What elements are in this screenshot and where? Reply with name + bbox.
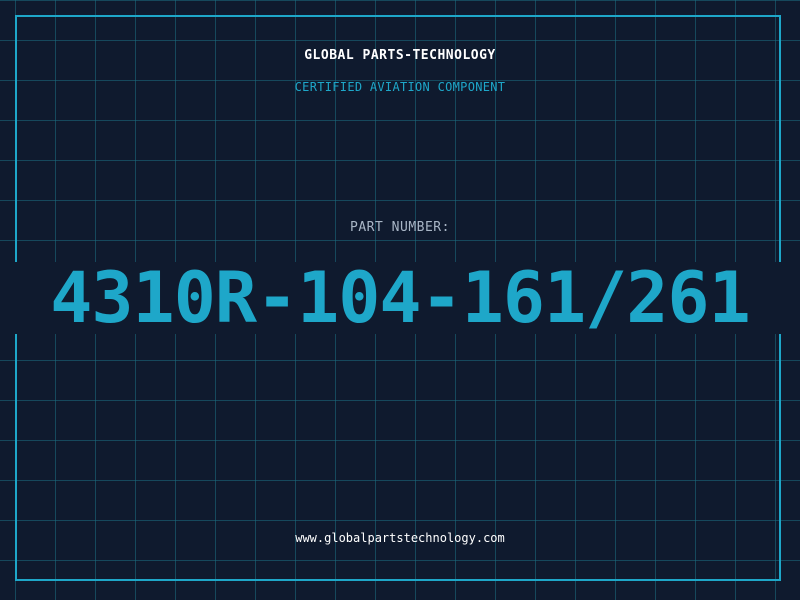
certificate-canvas: GLOBAL PARTS-TECHNOLOGY CERTIFIED AVIATI… — [0, 0, 800, 600]
certification-subtitle: CERTIFIED AVIATION COMPONENT — [294, 80, 506, 94]
part-number-value: 4310R-104-161/261 — [50, 257, 750, 339]
part-number-label: PART NUMBER: — [350, 220, 450, 235]
company-name: GLOBAL PARTS-TECHNOLOGY — [304, 48, 496, 63]
website-url: www.globalpartstechnology.com — [295, 531, 505, 545]
